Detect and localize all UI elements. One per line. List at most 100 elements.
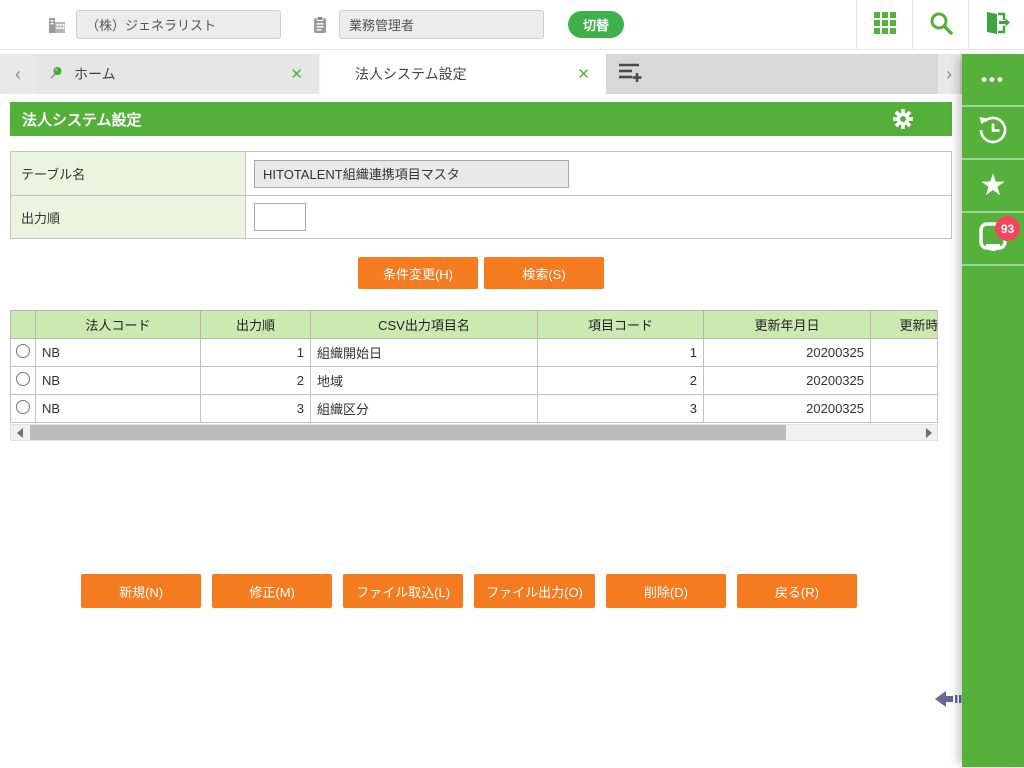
col-csv-item-name: CSV出力項目名 xyxy=(310,310,538,339)
sidebar-favorites-button[interactable]: ★ xyxy=(962,160,1024,213)
star-icon: ★ xyxy=(979,168,1007,202)
output-order-input[interactable] xyxy=(254,203,306,231)
cell-csv-item-name: 組織開始日 xyxy=(310,338,538,367)
apps-grid-icon xyxy=(872,10,898,41)
cell-csv-item-name: 組織区分 xyxy=(310,394,538,423)
cell-item-code: 1 xyxy=(537,338,704,367)
tab-home-label: ホーム xyxy=(74,66,116,82)
cell-corp-code: NB xyxy=(35,338,201,367)
select-column-header xyxy=(10,310,36,339)
bottom-action-buttons: 新規(N) 修正(M) ファイル取込(L) ファイル出力(O) 削除(D) 戻る… xyxy=(0,574,938,608)
add-tab-icon xyxy=(616,61,642,88)
apps-grid-button[interactable] xyxy=(856,0,912,50)
right-sidebar: ••• ★ 93 xyxy=(962,54,1024,767)
sidebar-history-button[interactable] xyxy=(962,107,1024,160)
table-row[interactable]: NB 1 組織開始日 1 20200325 xyxy=(10,338,937,367)
scrollbar-right-arrow[interactable] xyxy=(920,425,937,440)
tabs-scroll-right-button[interactable]: › xyxy=(938,54,960,94)
logout-button[interactable] xyxy=(968,0,1024,50)
modify-button[interactable]: 修正(M) xyxy=(212,574,333,608)
topbar-left: 切替 xyxy=(0,10,625,39)
col-corp-code: 法人コード xyxy=(35,310,201,339)
tab-corporate-system-settings[interactable]: 法人システム設定 ✕ xyxy=(321,54,606,94)
topbar-right xyxy=(856,0,1024,50)
change-conditions-button[interactable]: 条件変更(H) xyxy=(358,257,478,289)
file-export-button[interactable]: ファイル出力(O) xyxy=(474,574,595,608)
history-icon xyxy=(976,113,1010,152)
output-order-label: 出力順 xyxy=(11,196,246,238)
cell-csv-item-name: 地域 xyxy=(310,366,538,395)
cell-updated-date: 20200325 xyxy=(703,394,871,423)
table-row[interactable]: NB 2 地域 2 20200325 xyxy=(10,366,937,395)
tab-home[interactable]: ホーム ✕ xyxy=(36,54,321,94)
results-table: 法人コード 出力順 CSV出力項目名 項目コード 更新年月日 更新時刻 NB 1… xyxy=(10,310,937,423)
pin-icon xyxy=(48,65,64,84)
main-row: ‹ ホーム ✕ 法人システム設定 ✕ › 法人システム設定 テーブル名 HITO… xyxy=(0,54,1024,767)
cell-updated-date: 20200325 xyxy=(703,338,871,367)
results-table-wrap: 法人コード 出力順 CSV出力項目名 項目コード 更新年月日 更新時刻 NB 1… xyxy=(10,310,938,423)
tabs-scroll-left-button[interactable]: ‹ xyxy=(0,54,36,94)
role-input[interactable] xyxy=(339,10,544,39)
new-button[interactable]: 新規(N) xyxy=(81,574,202,608)
sidebar-notifications-button[interactable]: 93 xyxy=(962,213,1024,266)
tab-home-close-icon[interactable]: ✕ xyxy=(286,65,307,83)
search-submit-button[interactable]: 検索(S) xyxy=(484,257,604,289)
collapse-panel-arrow-icon[interactable] xyxy=(934,688,964,710)
settings-gear-icon[interactable] xyxy=(892,108,914,130)
cell-updated-time xyxy=(870,394,937,423)
back-button[interactable]: 戻る(R) xyxy=(736,574,857,608)
col-output-order: 出力順 xyxy=(200,310,311,339)
col-updated-time: 更新時刻 xyxy=(870,310,937,339)
row-radio[interactable] xyxy=(16,344,30,358)
cell-item-code: 2 xyxy=(537,366,704,395)
search-form: テーブル名 出力順 xyxy=(10,151,952,239)
notification-count-badge: 93 xyxy=(995,216,1020,241)
cell-updated-time xyxy=(870,338,937,367)
search-icon xyxy=(928,10,954,41)
chevron-right-icon: › xyxy=(946,63,952,84)
chevron-left-icon: ‹ xyxy=(15,63,21,84)
page-title: 法人システム設定 xyxy=(22,111,142,129)
tab-strip: ‹ ホーム ✕ 法人システム設定 ✕ › xyxy=(0,54,962,94)
form-row-output-order: 出力順 xyxy=(11,195,951,238)
clipboard-icon xyxy=(309,14,331,36)
cell-output-order: 3 xyxy=(200,394,311,423)
cell-updated-date: 20200325 xyxy=(703,366,871,395)
topbar: 切替 xyxy=(0,0,1024,50)
content-area: ‹ ホーム ✕ 法人システム設定 ✕ › 法人システム設定 テーブル名 HITO… xyxy=(0,54,962,767)
file-import-button[interactable]: ファイル取込(L) xyxy=(343,574,464,608)
building-icon xyxy=(46,14,68,36)
row-radio[interactable] xyxy=(16,372,30,386)
col-item-code: 項目コード xyxy=(537,310,704,339)
sidebar-more-button[interactable]: ••• xyxy=(962,54,1024,107)
tab-current-close-icon[interactable]: ✕ xyxy=(573,65,594,83)
search-button[interactable] xyxy=(912,0,968,50)
search-action-buttons: 条件変更(H) 検索(S) xyxy=(0,257,962,289)
triangle-left-icon xyxy=(16,427,23,438)
cell-output-order: 2 xyxy=(200,366,311,395)
table-name-value-cell xyxy=(246,152,951,195)
cell-corp-code: NB xyxy=(35,394,201,423)
add-tab-button[interactable] xyxy=(606,54,652,94)
scrollbar-left-arrow[interactable] xyxy=(11,425,28,440)
cell-updated-time xyxy=(870,366,937,395)
table-row[interactable]: NB 3 組織区分 3 20200325 xyxy=(10,394,937,423)
cell-corp-code: NB xyxy=(35,366,201,395)
triangle-right-icon xyxy=(925,427,932,438)
logout-icon xyxy=(983,9,1011,42)
role-wrap xyxy=(309,10,544,39)
company-input[interactable] xyxy=(76,10,281,39)
delete-button[interactable]: 削除(D) xyxy=(605,574,726,608)
col-updated-date: 更新年月日 xyxy=(703,310,871,339)
row-radio[interactable] xyxy=(16,400,30,414)
scrollbar-thumb[interactable] xyxy=(30,425,786,440)
horizontal-scrollbar[interactable] xyxy=(10,424,938,441)
cell-output-order: 1 xyxy=(200,338,311,367)
switch-button[interactable]: 切替 xyxy=(568,11,625,38)
table-header-row: 法人コード 出力順 CSV出力項目名 項目コード 更新年月日 更新時刻 xyxy=(10,310,937,339)
output-order-value-cell xyxy=(246,196,951,238)
tab-current-label: 法人システム設定 xyxy=(355,66,467,82)
table-name-input[interactable] xyxy=(254,159,569,188)
cell-item-code: 3 xyxy=(537,394,704,423)
